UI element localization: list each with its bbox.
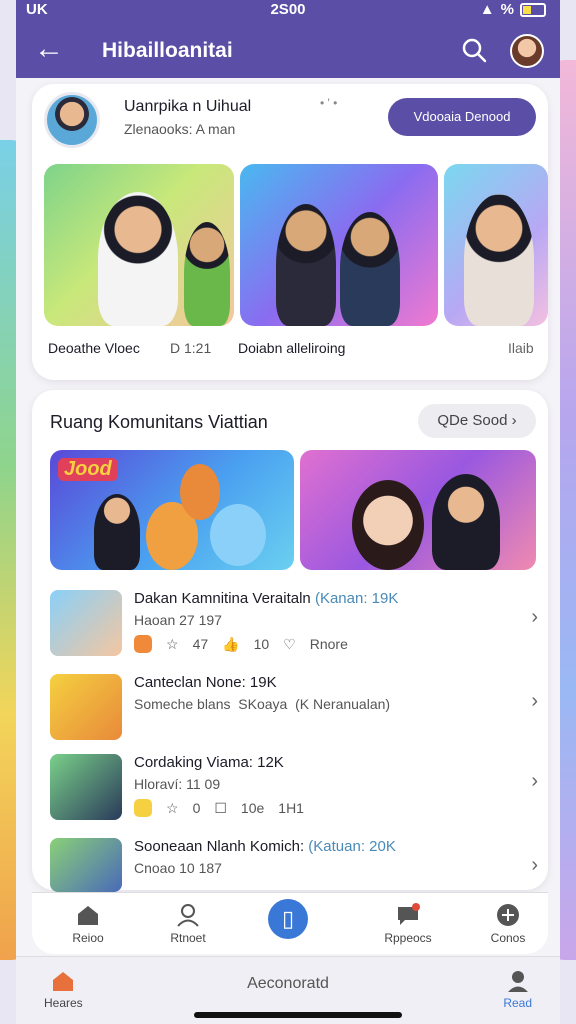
list-item-title: Sooneaan Nlanh Komich: (Katuan: 20K: [134, 838, 396, 855]
chevron-right-icon[interactable]: ›: [531, 606, 538, 629]
list-item-meta: ☆ 47 👍 10 ♡ Rnore: [134, 635, 348, 653]
community-banner[interactable]: [300, 450, 536, 570]
list-item-subtitle: Cnoao 10 187: [134, 860, 222, 876]
list-item-title: Canteclan None: 19K: [134, 674, 277, 691]
status-icons: ▲ %: [480, 1, 546, 18]
tab-explore[interactable]: Conos: [468, 899, 548, 945]
profile-name: Uanrpika n Uihual: [124, 98, 252, 115]
app-header: ← Hibailloanitai: [16, 22, 560, 78]
featured-caption: Ilaib: [508, 340, 534, 356]
person-icon: [177, 904, 199, 927]
person-icon: [507, 971, 528, 992]
like-icon: 👍: [222, 635, 240, 652]
profile-avatar[interactable]: [44, 92, 100, 148]
list-item-accent: (Katuan: 20K: [308, 838, 396, 855]
nav-read[interactable]: Read: [503, 969, 532, 1010]
see-all-button[interactable]: QDe Sood ›: [418, 404, 536, 438]
list-item-meta: ☆ 0 ☐ 10e 1H1: [134, 799, 304, 817]
back-arrow-icon[interactable]: ←: [34, 34, 64, 64]
tab-profile[interactable]: Rtnoet: [148, 899, 228, 945]
profile-action-button[interactable]: Vdooaia Denood: [388, 98, 536, 136]
chevron-right-icon[interactable]: ›: [531, 770, 538, 793]
list-item[interactable]: Cordaking Viama: 12K Hloraví: 11 09 ☆ 0 ☐…: [48, 752, 548, 826]
battery-icon: [520, 2, 546, 17]
list-item-thumbnail: [50, 674, 122, 740]
list-item-subtitle: Hloraví: 11 09: [134, 776, 221, 792]
profile-dots: • ' •: [320, 96, 338, 110]
user-avatar[interactable]: [510, 34, 544, 68]
list-item-thumbnail: [50, 590, 122, 656]
page-title: Hibailloanitai: [102, 39, 233, 62]
search-icon[interactable]: [460, 36, 488, 64]
list-item-accent: (Kanan: 19K: [314, 590, 399, 607]
featured-duration: D 1:21: [170, 340, 212, 356]
tab-home[interactable]: Reioo: [48, 899, 128, 945]
app-badge-icon: [134, 635, 152, 653]
list-item[interactable]: Canteclan None: 19K Someche blans SKoaya…: [48, 672, 548, 746]
star-icon: ☆: [166, 635, 179, 652]
featured-caption: Doiabn alleliroing: [238, 340, 346, 356]
banner-label: Jood: [58, 458, 118, 481]
list-item-thumbnail: [50, 754, 122, 820]
chat-icon: [398, 903, 420, 925]
list-item-title: Cordaking Viama: 12K: [134, 754, 284, 771]
tab-messages[interactable]: Rppeocs: [368, 899, 448, 945]
section-title: Ruang Komunitans Viattian: [50, 412, 268, 432]
chevron-right-icon[interactable]: ›: [531, 854, 538, 877]
mic-icon: ▯: [281, 906, 295, 931]
list-item[interactable]: Dakan Kamnitina Veraitaln (Kanan: 19K Ha…: [48, 588, 548, 662]
profile-subtitle: Zlenaooks: A man: [124, 121, 236, 137]
featured-thumbnail[interactable]: [444, 164, 548, 326]
see-all-label: QDe Sood: [437, 412, 508, 429]
compass-icon: [497, 904, 519, 926]
signal-icon: ▲: [479, 1, 495, 18]
community-card: Ruang Komunitans Viattian QDe Sood › Joo…: [32, 390, 548, 892]
featured-caption: Deoathe Vloec: [48, 340, 140, 356]
star-icon: ☆: [166, 799, 179, 816]
heart-icon: ♡: [283, 635, 296, 652]
tab-bar: Reioo Rtnoet ▯ Rppeocs Conos: [32, 892, 548, 954]
list-item-subtitle: Someche blans SKoaya (K Neranualan): [134, 696, 391, 712]
featured-thumbnail[interactable]: [240, 164, 438, 326]
home-indicator: [194, 1012, 402, 1018]
list-item-title: Dakan Kamnitina Veraitaln (Kanan: 19K: [134, 590, 399, 607]
clock: 2S00: [270, 1, 306, 18]
featured-thumbnail[interactable]: [44, 164, 234, 326]
status-bar: UK 2S00 ▲ %: [16, 0, 560, 22]
list-item-subtitle: Haoan 27 197: [134, 612, 222, 628]
community-banner[interactable]: Jood: [50, 450, 294, 570]
app-badge-icon: [134, 799, 152, 817]
nav-center-label[interactable]: Aeconoratd: [16, 975, 560, 993]
center-action-button[interactable]: ▯: [268, 899, 308, 939]
home-icon: [78, 906, 98, 925]
battery-percent: %: [500, 1, 514, 18]
list-item-thumbnail: [50, 838, 122, 892]
chevron-right-icon[interactable]: ›: [531, 690, 538, 713]
profile-featured-card: Uanrpika n Uihual Zlenaooks: A man • ' •…: [32, 84, 548, 380]
phone-screen: UK 2S00 ▲ % ← Hibailloanitai Uanrpika n …: [16, 0, 560, 1024]
comment-icon: ☐: [214, 799, 227, 816]
